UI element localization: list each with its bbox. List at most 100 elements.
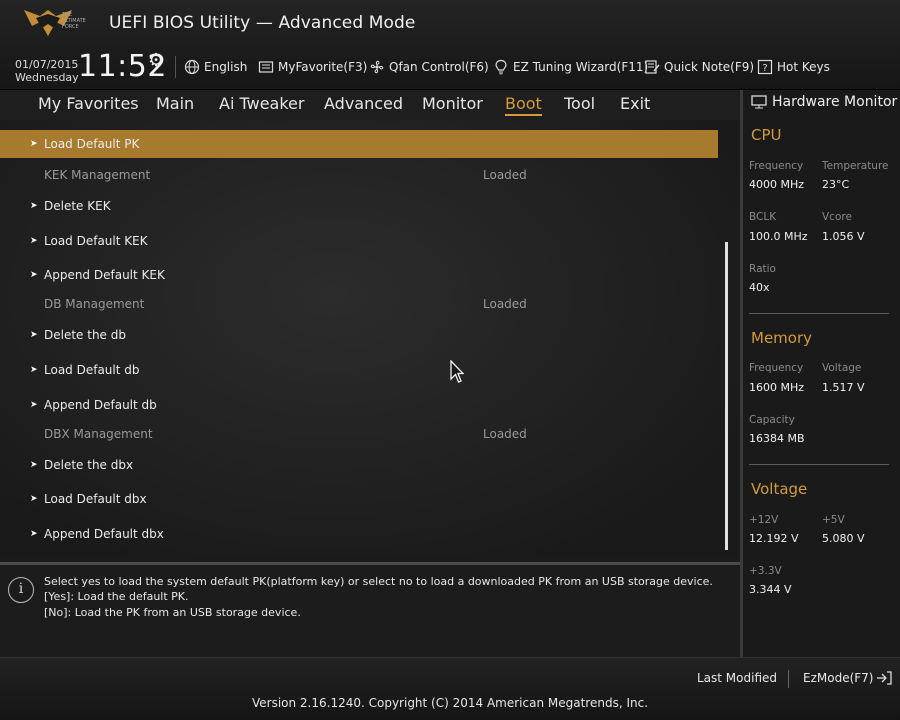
help-text-line: [Yes]: Load the default PK. <box>44 590 189 603</box>
question-icon: ? <box>757 59 773 75</box>
memory-frequency-label: Frequency <box>749 362 804 374</box>
status-value: Loaded <box>483 297 527 311</box>
list-item-load-default-dbx[interactable]: ➤ Load Default dbx <box>0 485 718 513</box>
note-icon <box>645 60 660 74</box>
cpu-temperature-label: Temperature <box>822 160 889 172</box>
list-item-delete-dbx[interactable]: ➤ Delete the dbx <box>0 451 718 479</box>
memory-capacity-label: Capacity <box>749 414 795 426</box>
settings-list: ➤ Load Default PK KEK Management Loaded … <box>0 120 740 558</box>
last-modified-button[interactable]: Last Modified <box>697 671 777 685</box>
svg-text:?: ? <box>762 63 767 74</box>
fan-icon <box>370 60 384 74</box>
list-item-delete-kek[interactable]: ➤ Delete KEK <box>0 192 718 220</box>
scrollbar[interactable] <box>725 242 728 550</box>
quick-note-button[interactable]: Quick Note(F9) <box>644 58 754 76</box>
myfavorite-label: MyFavorite(F3) <box>278 60 368 74</box>
gear-icon[interactable]: ⚙ <box>148 50 164 71</box>
myfavorite-button[interactable]: MyFavorite(F3) <box>258 58 367 76</box>
help-text-line: [No]: Load the PK from an USB storage de… <box>44 606 301 619</box>
hot-keys-button[interactable]: ? Hot Keys <box>757 58 830 76</box>
hardware-monitor-panel: Hardware Monitor CPU Frequency Temperatu… <box>740 90 900 657</box>
bclk-label: BCLK <box>749 211 777 223</box>
voltage-heading: Voltage <box>751 480 808 498</box>
list-item-delete-db[interactable]: ➤ Delete the db <box>0 321 718 349</box>
bclk-value: 100.0 MHz <box>749 230 808 243</box>
date-text: 01/07/2015 <box>15 58 79 71</box>
help-panel: i Select yes to load the system default … <box>0 562 740 657</box>
cpu-heading: CPU <box>751 126 782 144</box>
cpu-frequency-label: Frequency <box>749 160 804 172</box>
arrow-icon: ➤ <box>30 400 38 410</box>
memory-frequency-value: 1600 MHz <box>749 381 805 394</box>
info-icon: i <box>8 577 34 603</box>
list-item-append-default-kek[interactable]: ➤ Append Default KEK <box>0 261 718 289</box>
ez-tuning-wizard-label: EZ Tuning Wizard(F11) <box>513 60 649 74</box>
v33-label: +3.3V <box>749 565 782 577</box>
memory-voltage-value: 1.517 V <box>822 381 865 394</box>
tab-exit[interactable]: Exit <box>620 94 650 113</box>
list-item-load-default-db[interactable]: ➤ Load Default db <box>0 356 718 384</box>
arrow-icon: ➤ <box>30 270 38 280</box>
v12-value: 12.192 V <box>749 532 799 545</box>
list-item-kek-management: KEK Management Loaded <box>44 168 527 182</box>
arrow-icon: ➤ <box>30 236 38 246</box>
language-label: English <box>204 60 248 74</box>
section-divider <box>749 313 889 314</box>
arrow-icon: ➤ <box>30 365 38 375</box>
status-value: Loaded <box>483 427 527 441</box>
memory-capacity-value: 16384 MB <box>749 432 805 445</box>
bulb-icon <box>495 59 507 75</box>
arrow-icon: ➤ <box>30 529 38 539</box>
v33-value: 3.344 V <box>749 583 792 596</box>
hardware-monitor-title: Hardware Monitor <box>751 94 897 110</box>
monitor-icon <box>751 95 767 109</box>
favorite-icon <box>258 61 274 73</box>
date-display: 01/07/2015 Wednesday <box>15 58 79 84</box>
list-item-append-default-db[interactable]: ➤ Append Default db <box>0 391 718 419</box>
arrow-icon: ➤ <box>30 330 38 340</box>
ez-tuning-wizard-button[interactable]: EZ Tuning Wizard(F11) <box>493 58 648 76</box>
status-value: Loaded <box>483 168 527 182</box>
hot-keys-label: Hot Keys <box>777 60 830 74</box>
cpu-frequency-value: 4000 MHz <box>749 178 805 191</box>
ezmode-button[interactable]: EzMode(F7) <box>803 671 893 685</box>
section-divider <box>749 464 889 465</box>
tab-monitor[interactable]: Monitor <box>422 94 483 113</box>
v5-label: +5V <box>822 514 845 526</box>
tab-advanced[interactable]: Advanced <box>324 94 403 113</box>
footer-divider <box>788 670 789 688</box>
app-title: UEFI BIOS Utility — Advanced Mode <box>109 13 416 33</box>
language-button[interactable]: English <box>184 58 247 76</box>
arrow-icon: ➤ <box>30 139 38 149</box>
logo-text: THE ULTIMATE FORCE <box>62 12 86 30</box>
arrow-icon: ➤ <box>30 460 38 470</box>
ratio-value: 40x <box>749 281 770 294</box>
tab-my-favorites[interactable]: My Favorites <box>38 94 139 113</box>
version-text: Version 2.16.1240. Copyright (C) 2014 Am… <box>251 696 649 710</box>
header-bar: THE ULTIMATE FORCE UEFI BIOS Utility — A… <box>0 0 900 90</box>
list-item-append-default-dbx[interactable]: ➤ Append Default dbx <box>0 520 718 548</box>
cpu-temperature-value: 23°C <box>822 178 850 191</box>
footer-bar: Last Modified EzMode(F7) Version 2.16.12… <box>0 657 900 720</box>
v5-value: 5.080 V <box>822 532 865 545</box>
list-item-load-default-pk[interactable]: ➤ Load Default PK <box>0 130 718 158</box>
tab-ai-tweaker[interactable]: Ai Tweaker <box>219 94 304 113</box>
tab-tool[interactable]: Tool <box>564 94 595 113</box>
qfan-control-button[interactable]: Qfan Control(F6) <box>369 58 489 76</box>
vcore-value: 1.056 V <box>822 230 865 243</box>
memory-heading: Memory <box>751 329 813 347</box>
tab-boot[interactable]: Boot <box>505 94 542 116</box>
globe-icon <box>184 59 200 75</box>
memory-voltage-label: Voltage <box>822 362 862 374</box>
mouse-cursor-icon <box>450 360 464 383</box>
main-nav: My Favorites Main Ai Tweaker Advanced Mo… <box>0 90 740 120</box>
list-item-load-default-kek[interactable]: ➤ Load Default KEK <box>0 227 718 255</box>
ezmode-label: EzMode(F7) <box>803 671 874 685</box>
arrow-icon: ➤ <box>30 494 38 504</box>
exit-arrow-icon <box>877 671 893 685</box>
ratio-label: Ratio <box>749 263 776 275</box>
v12-label: +12V <box>749 514 779 526</box>
tab-main[interactable]: Main <box>156 94 194 113</box>
list-item-dbx-management: DBX Management Loaded <box>44 427 527 441</box>
weekday-text: Wednesday <box>15 71 79 84</box>
